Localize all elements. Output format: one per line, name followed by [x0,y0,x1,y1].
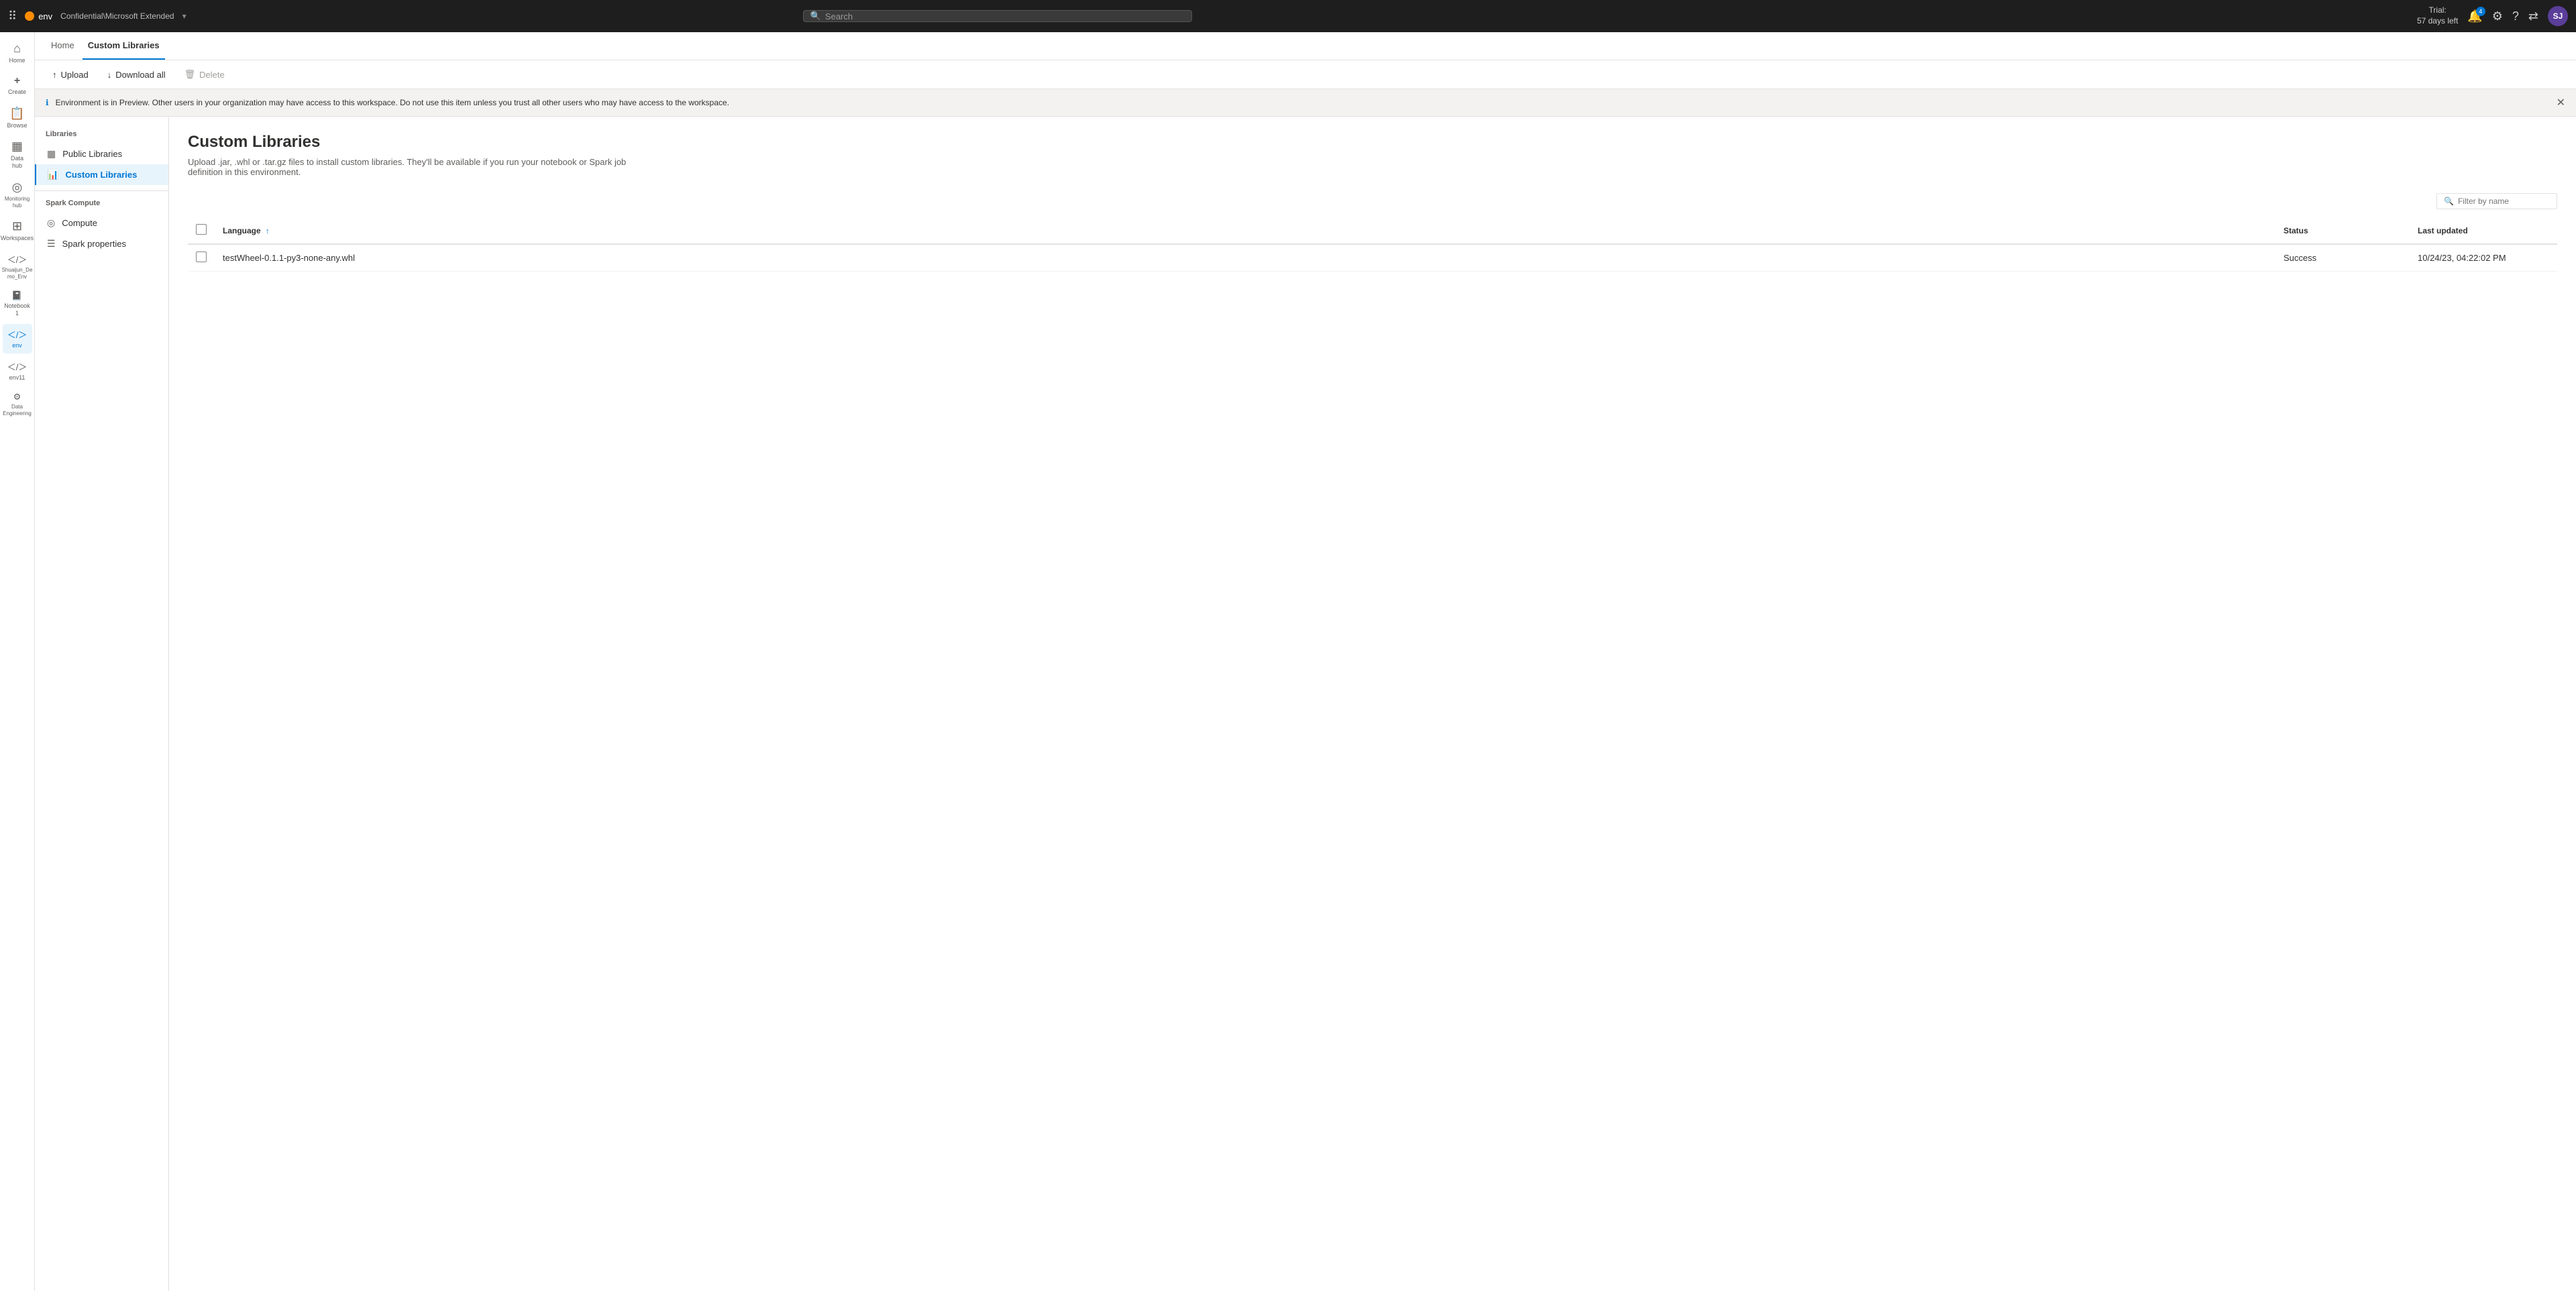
filter-by-name-input[interactable] [2458,197,2550,206]
toolbar: ↑ Upload ↓ Download all 🗑 Delete [35,60,2576,89]
topbar-right: Trial: 57 days left 🔔 4 ⚙ ? ⇄ SJ [2417,5,2568,26]
sidebar-item-dataeng[interactable]: ⚙ Data Engineering [3,388,32,420]
sidebar-item-workspaces[interactable]: ⊞ Workspaces [3,215,32,246]
notebook-icon: 📓 [11,290,22,301]
sidebar-item-datahub[interactable]: ▦ Data hub [3,135,32,174]
page-title: Custom Libraries [188,133,2557,152]
topbar: ⠿ env Confidential\Microsoft Extended ▾ … [0,0,2576,32]
sidebar-item-monitoring[interactable]: ◎ Monitoring hub [3,176,32,213]
notification-bell[interactable]: 🔔 4 [2467,9,2482,23]
col-language-header: Language ↑ [215,217,2275,244]
delete-icon: 🗑 [184,69,196,80]
upload-icon: ↑ [52,70,57,80]
monitoring-icon: ◎ [12,180,23,194]
main-layout: ⌂ Home + Create 📋 Browse ▦ Data hub ◎ Mo… [0,32,2576,1291]
filter-bar: 🔍 [188,193,2557,209]
spark-compute-section-title: Spark Compute [35,197,168,213]
table-row: testWheel-0.1.1-py3-none-any.whl Success… [188,244,2557,272]
public-lib-icon: ▦ [47,148,56,160]
sidebar-item-home[interactable]: ⌂ Home [3,38,32,68]
share-icon[interactable]: ⇄ [2528,9,2538,23]
sidebar-item-env[interactable]: ＜/＞ env [3,324,32,353]
delete-button[interactable]: 🗑 Delete [178,66,231,83]
tab-bar: Home Custom Libraries [35,32,2576,60]
create-icon: + [14,75,20,87]
select-all-checkbox[interactable] [196,224,207,235]
filter-input-container: 🔍 [2436,193,2557,209]
notification-badge: 4 [2476,7,2485,16]
nav-compute[interactable]: ◎ Compute [35,213,168,233]
help-icon[interactable]: ? [2512,9,2519,23]
tab-custom-libraries[interactable]: Custom Libraries [83,32,165,60]
grid-icon[interactable]: ⠿ [8,9,17,23]
upload-button[interactable]: ↑ Upload [46,66,95,83]
chevron-down-icon[interactable]: ▾ [182,11,186,21]
nav-custom-libraries[interactable]: 📊 Custom Libraries [35,164,168,185]
datahub-icon: ▦ [11,139,23,154]
compute-icon: ◎ [47,217,55,229]
sidebar-item-browse[interactable]: 📋 Browse [3,103,32,133]
main-content: Custom Libraries Upload .jar, .whl or .t… [169,117,2576,1291]
body-layout: Libraries ▦ Public Libraries 📊 Custom Li… [35,117,2576,1291]
download-icon: ↓ [107,70,112,80]
icon-sidebar: ⌂ Home + Create 📋 Browse ▦ Data hub ◎ Mo… [0,32,35,1291]
settings-icon[interactable]: ⚙ [2492,9,2503,23]
row-language: testWheel-0.1.1-py3-none-any.whl [215,244,2275,272]
home-icon: ⌂ [13,42,21,56]
nav-public-libraries[interactable]: ▦ Public Libraries [35,144,168,164]
libraries-table: Language ↑ Status Last updated testWheel… [188,217,2557,272]
trial-info: Trial: 57 days left [2417,5,2458,26]
sidebar-item-create[interactable]: + Create [3,71,32,100]
env-label: env [25,11,52,21]
sidebar-item-shualun[interactable]: ＜/＞ Shuaijun_De mo_Env [3,249,32,284]
avatar[interactable]: SJ [2548,6,2568,26]
download-all-button[interactable]: ↓ Download all [101,66,172,83]
env-dot [25,11,34,21]
row-checkbox[interactable] [196,251,207,262]
content-area: Home Custom Libraries ↑ Upload ↓ Downloa… [35,32,2576,1291]
env-active-icon: ＜/＞ [7,328,28,341]
brand-label: Confidential\Microsoft Extended [60,11,174,21]
alert-text: Environment is in Preview. Other users i… [56,98,729,107]
info-icon: ℹ [46,98,49,107]
env11-icon: ＜/＞ [7,360,28,373]
nav-spark-properties[interactable]: ☰ Spark properties [35,233,168,254]
alert-banner: ℹ Environment is in Preview. Other users… [35,89,2576,117]
col-status-header: Status [2275,217,2410,244]
dataeng-icon: ⚙ [13,392,21,402]
left-nav: Libraries ▦ Public Libraries 📊 Custom Li… [35,117,169,1291]
close-alert-button[interactable]: ✕ [2557,96,2565,109]
search-input[interactable] [825,11,1185,21]
row-last-updated: 10/24/23, 04:22:02 PM [2410,244,2557,272]
custom-lib-icon: 📊 [47,169,58,180]
spark-properties-icon: ☰ [47,238,56,249]
search-bar: 🔍 [803,10,1192,22]
filter-search-icon: 🔍 [2444,197,2454,206]
browse-icon: 📋 [9,107,24,121]
sidebar-item-notebook1[interactable]: 📓 Notebook 1 [3,286,32,321]
row-status: Success [2275,244,2410,272]
page-subtitle: Upload .jar, .whl or .tar.gz files to in… [188,157,657,177]
search-icon: 🔍 [810,11,821,21]
env-code-icon: ＜/＞ [7,253,28,266]
col-last-updated-header: Last updated [2410,217,2557,244]
sort-language-icon[interactable]: ↑ [266,227,270,235]
libraries-section-title: Libraries [35,127,168,144]
tab-home[interactable]: Home [46,32,80,60]
sidebar-item-env11[interactable]: ＜/＞ env11 [3,356,32,386]
workspaces-icon: ⊞ [12,219,22,233]
